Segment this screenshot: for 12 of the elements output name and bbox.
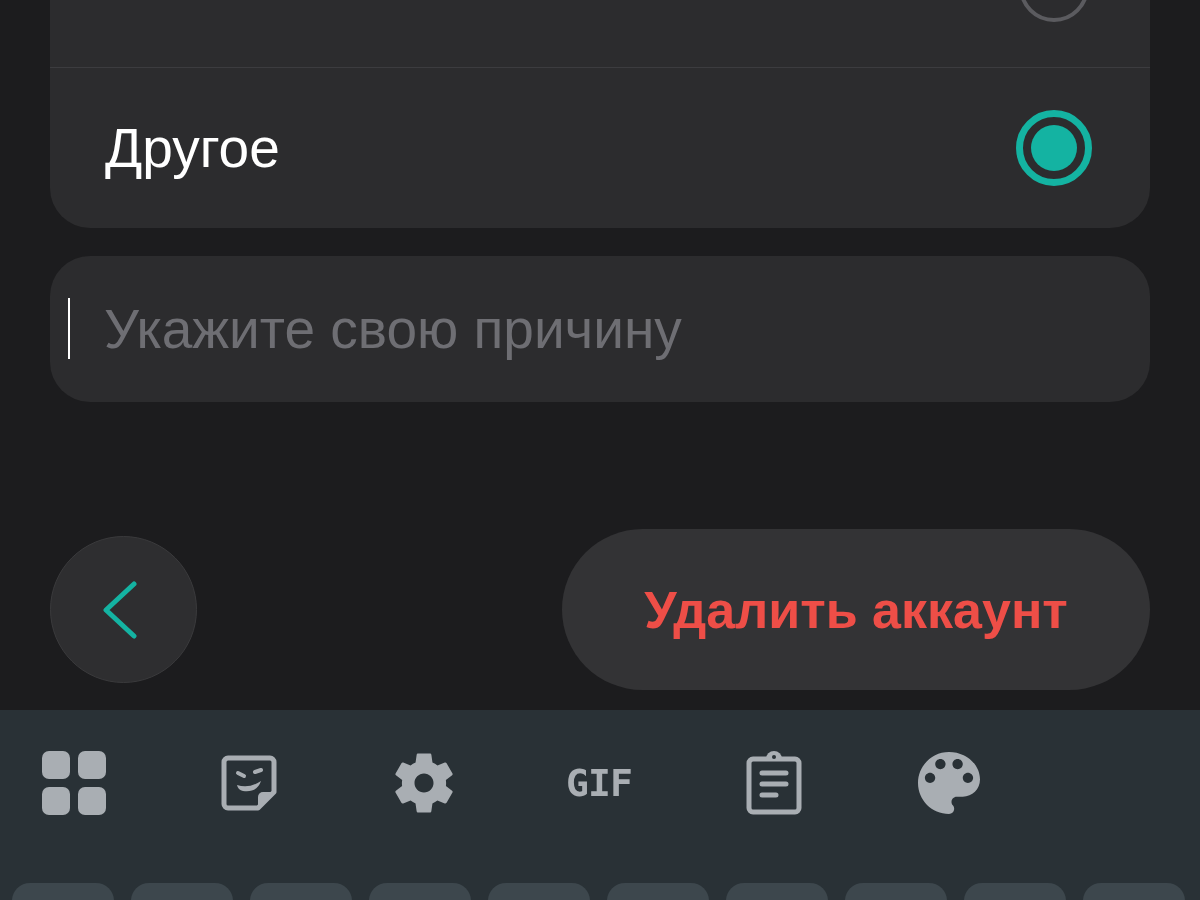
reason-field[interactable]: Укажите свою причину: [50, 256, 1150, 402]
sticker-icon[interactable]: [221, 755, 277, 811]
chevron-left-icon: [101, 580, 138, 639]
apps-grid-icon[interactable]: [42, 751, 106, 815]
palette-icon[interactable]: [918, 752, 980, 814]
gif-button[interactable]: GIF: [566, 764, 632, 802]
option-label: Другое: [105, 115, 280, 181]
text-cursor: [68, 298, 70, 359]
clipboard-icon[interactable]: [746, 751, 802, 815]
radio-button[interactable]: [1016, 110, 1092, 186]
delete-account-button[interactable]: Удалить аккаунт: [562, 529, 1150, 690]
settings-icon[interactable]: [395, 752, 453, 814]
